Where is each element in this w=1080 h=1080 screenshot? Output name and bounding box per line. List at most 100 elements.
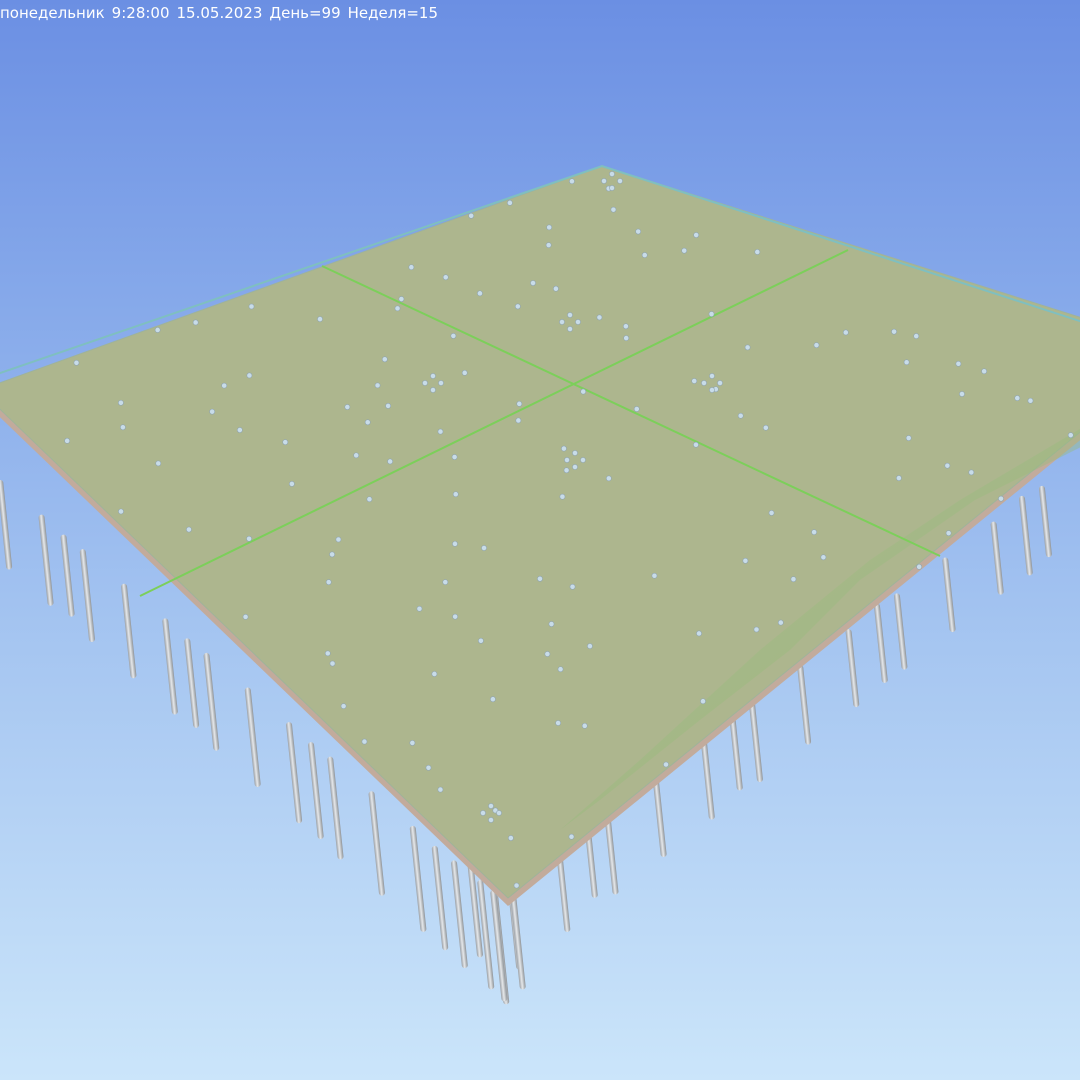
surface-marker bbox=[236, 427, 243, 433]
surface-marker bbox=[209, 408, 216, 415]
surface-marker bbox=[442, 579, 449, 586]
surface-marker bbox=[452, 540, 458, 547]
surface-marker bbox=[408, 264, 415, 271]
surface-marker bbox=[768, 510, 775, 516]
surface-marker bbox=[381, 356, 388, 363]
surface-marker bbox=[430, 387, 436, 393]
surface-marker bbox=[596, 314, 603, 321]
surface-marker bbox=[221, 382, 228, 389]
surface-marker bbox=[468, 212, 475, 219]
surface-marker bbox=[641, 252, 648, 258]
pile bbox=[286, 722, 303, 824]
pile bbox=[451, 860, 468, 969]
surface-marker bbox=[693, 441, 699, 448]
surface-marker bbox=[155, 460, 162, 467]
surface-marker bbox=[813, 342, 820, 349]
surface-marker bbox=[246, 535, 252, 542]
pile bbox=[797, 664, 812, 745]
surface-marker bbox=[317, 316, 323, 322]
surface-marker bbox=[581, 722, 588, 729]
surface-marker bbox=[811, 529, 818, 536]
surface-marker bbox=[601, 178, 607, 184]
foundation-scene[interactable] bbox=[0, 0, 1080, 1080]
surface-marker bbox=[513, 882, 520, 889]
pile bbox=[203, 652, 220, 751]
surface-marker bbox=[118, 508, 124, 515]
surface-marker bbox=[569, 583, 576, 590]
pile bbox=[38, 514, 54, 606]
pile bbox=[1018, 495, 1033, 576]
pile bbox=[121, 583, 137, 679]
3d-viewport[interactable]: понедельник 9:28:00 15.05.2023 День=99 Недел… bbox=[0, 0, 1080, 1080]
surface-marker bbox=[959, 391, 965, 397]
surface-marker bbox=[561, 445, 567, 452]
surface-marker bbox=[903, 359, 910, 366]
surface-marker bbox=[409, 740, 416, 746]
surface-marker bbox=[555, 720, 562, 726]
pile bbox=[0, 479, 13, 570]
surface-marker bbox=[488, 803, 494, 809]
surface-marker bbox=[442, 274, 449, 281]
surface-marker bbox=[1067, 432, 1074, 439]
pile bbox=[942, 557, 956, 633]
surface-marker bbox=[663, 761, 669, 768]
surface-marker bbox=[288, 481, 295, 487]
surface-marker bbox=[700, 698, 706, 705]
surface-marker bbox=[623, 335, 630, 342]
surface-marker bbox=[575, 319, 581, 325]
surface-marker bbox=[563, 467, 570, 474]
surface-marker bbox=[605, 475, 612, 482]
surface-marker bbox=[564, 457, 570, 463]
surface-marker bbox=[709, 387, 715, 393]
surface-marker bbox=[461, 369, 468, 376]
surface-marker bbox=[416, 605, 423, 612]
surface-marker bbox=[329, 660, 336, 667]
surface-marker bbox=[696, 630, 702, 637]
surface-marker bbox=[557, 666, 564, 673]
pile bbox=[368, 791, 385, 896]
surface-marker bbox=[374, 382, 381, 389]
time-label: 9:28:00 bbox=[111, 4, 170, 22]
status-overlay: понедельник 9:28:00 15.05.2023 День=99 Недел… bbox=[0, 4, 445, 22]
surface-marker bbox=[340, 703, 347, 710]
surface-marker bbox=[364, 419, 371, 426]
pile bbox=[244, 687, 261, 787]
pile bbox=[873, 603, 888, 683]
surface-marker bbox=[754, 249, 761, 255]
weekday-label: понедельник bbox=[0, 4, 105, 22]
surface-marker bbox=[609, 185, 615, 191]
pile bbox=[184, 638, 200, 728]
surface-marker bbox=[567, 312, 573, 318]
surface-marker bbox=[515, 417, 522, 424]
surface-marker bbox=[708, 311, 715, 317]
surface-marker bbox=[398, 296, 405, 302]
surface-marker bbox=[385, 402, 392, 409]
surface-marker bbox=[477, 290, 483, 297]
surface-marker bbox=[820, 554, 827, 561]
surface-marker bbox=[905, 435, 912, 441]
surface-marker bbox=[438, 380, 444, 386]
surface-marker bbox=[617, 178, 623, 184]
surface-marker bbox=[154, 327, 161, 333]
surface-marker bbox=[553, 285, 559, 292]
surface-marker bbox=[481, 545, 487, 551]
surface-marker bbox=[568, 833, 575, 840]
surface-marker bbox=[955, 360, 962, 367]
surface-marker bbox=[117, 399, 124, 406]
surface-marker bbox=[450, 333, 457, 339]
surface-marker bbox=[635, 228, 642, 235]
surface-marker bbox=[246, 372, 253, 379]
surface-marker bbox=[633, 406, 640, 412]
surface-marker bbox=[610, 206, 617, 213]
surface-marker bbox=[530, 280, 536, 286]
surface-marker bbox=[480, 810, 486, 816]
surface-marker bbox=[701, 380, 707, 386]
surface-marker bbox=[681, 247, 688, 254]
pile bbox=[308, 742, 324, 840]
surface-marker bbox=[691, 378, 698, 384]
surface-marker bbox=[709, 373, 715, 379]
surface-marker bbox=[916, 563, 923, 570]
surface-marker bbox=[572, 450, 578, 456]
surface-marker bbox=[452, 613, 459, 620]
pile bbox=[431, 845, 449, 951]
